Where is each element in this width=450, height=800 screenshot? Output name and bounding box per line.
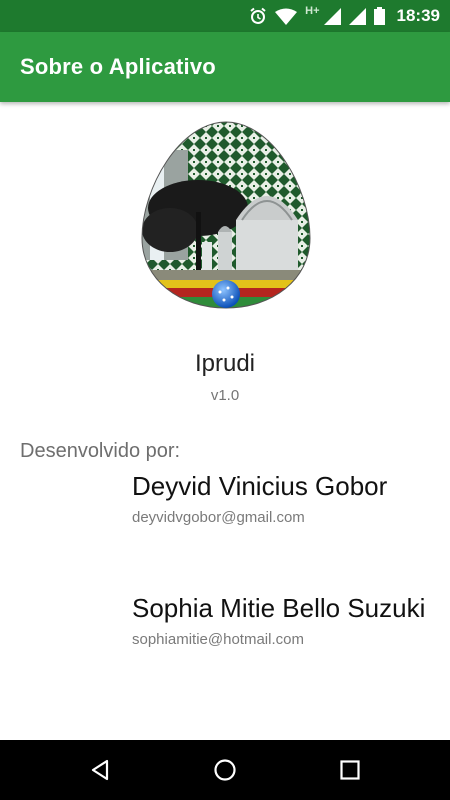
app-version: v1.0: [210, 387, 240, 404]
navigation-bar: [0, 740, 450, 800]
status-bar: H+ 18:39: [0, 0, 450, 32]
home-icon[interactable]: [213, 758, 237, 782]
app-name: Iprudi: [194, 350, 256, 377]
battery-icon: [373, 7, 385, 25]
signal-icon: [323, 7, 341, 25]
developer-entry: Sophia Mitie Bello Suzuki sophiamitie@ho…: [132, 592, 432, 648]
developer-name: Deyvid Vinicius Gobor: [132, 471, 388, 501]
developer-entry: Deyvid Vinicius Gobor deyvidvgobor@gmail…: [132, 470, 432, 526]
developer-email: deyvidvgobor@gmail.com: [132, 509, 305, 526]
app-bar: Sobre o Aplicativo: [0, 32, 450, 102]
alarm-icon: [250, 7, 266, 24]
app-logo: [141, 121, 311, 309]
network-type-label: H+: [305, 5, 320, 17]
signal-icon: [348, 7, 366, 25]
developer-name: Sophia Mitie Bello Suzuki: [132, 593, 426, 623]
back-icon[interactable]: [88, 758, 112, 782]
developed-by-label: Desenvolvido por:: [20, 440, 181, 462]
recent-apps-icon[interactable]: [338, 758, 362, 782]
developer-email: sophiamitie@hotmail.com: [132, 631, 304, 648]
page-title: Sobre o Aplicativo: [20, 54, 216, 79]
status-icons: H+ 18:39: [249, 5, 440, 27]
wifi-icon: [275, 8, 298, 25]
status-time: 18:39: [396, 6, 440, 25]
